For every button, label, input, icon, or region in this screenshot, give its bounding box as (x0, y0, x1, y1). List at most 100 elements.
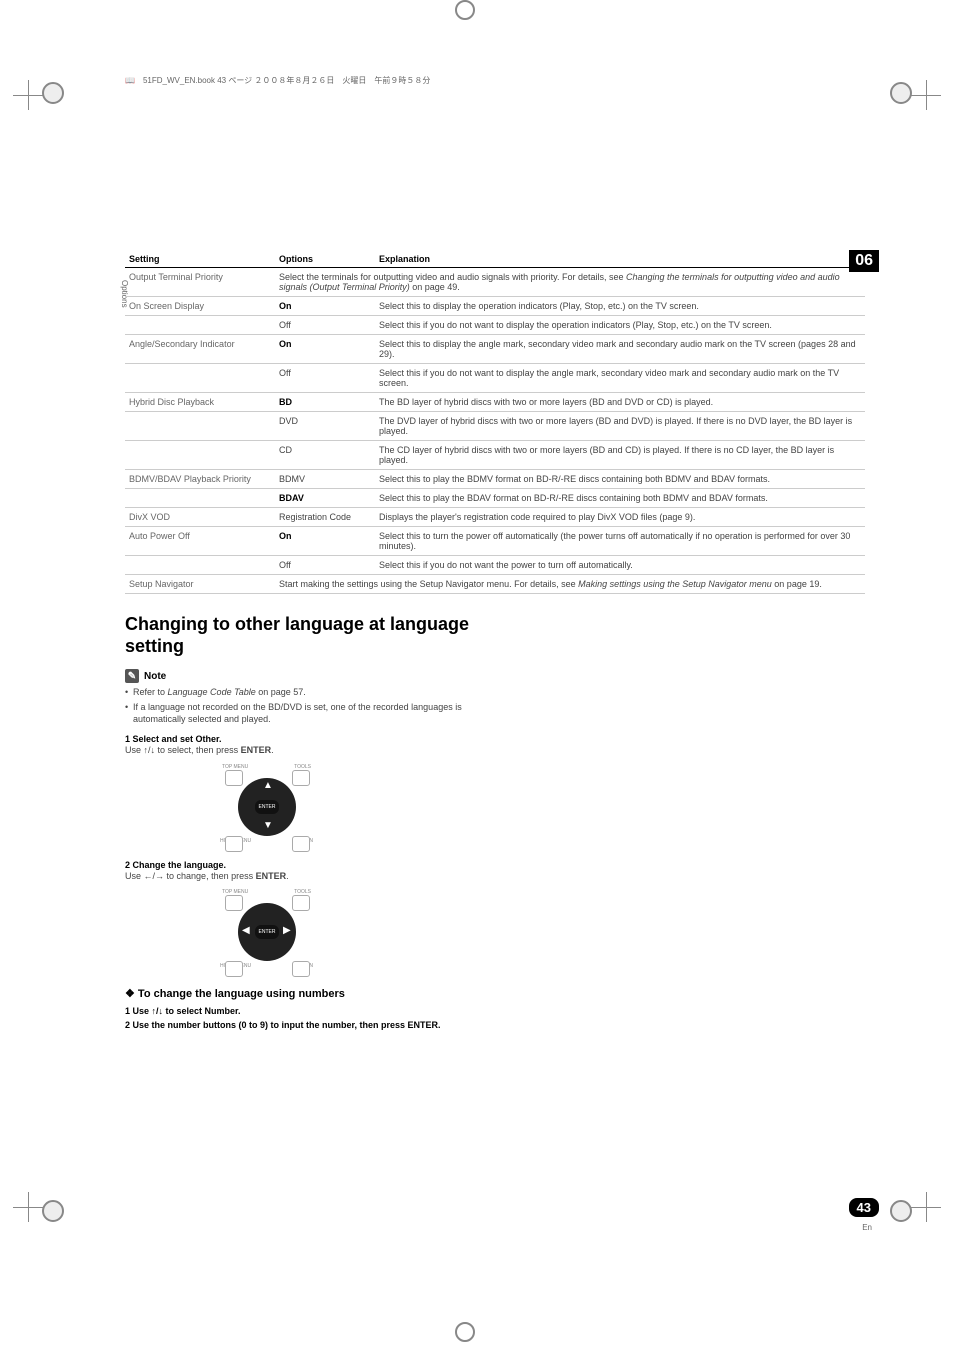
registration-mark (455, 0, 475, 20)
table-row: BDMV/BDAV Playback PriorityBDMVSelect th… (125, 470, 865, 489)
note-header: ✎ Note (125, 669, 485, 683)
cell-setting (125, 441, 275, 470)
cell-option: CD (275, 441, 375, 470)
button-home-menu (225, 961, 243, 977)
cell-explanation: Select this to play the BDAV format on B… (375, 489, 865, 508)
step2-text: Use ←/→ to change, then press ENTER. (125, 870, 485, 883)
arrow-down-icon: ▼ (263, 820, 273, 831)
button-tools (292, 895, 310, 911)
table-row: OffSelect this if you do not want the po… (125, 556, 865, 575)
cell-option: Registration Code (275, 508, 375, 527)
col-options: Options (275, 251, 375, 268)
cell-explanation: Select this if you do not want the power… (375, 556, 865, 575)
cell-explanation: Select this if you do not want to displa… (375, 364, 865, 393)
cell-setting (125, 489, 275, 508)
book-header-note: 📖 51FD_WV_EN.book 43 ページ ２００８年８月２６日 火曜日 … (125, 75, 865, 86)
table-row: Auto Power OffOnSelect this to turn the … (125, 527, 865, 556)
button-return (292, 836, 310, 852)
settings-table: Setting Options Explanation Output Termi… (125, 251, 865, 594)
header-note-text: 51FD_WV_EN.book 43 ページ ２００８年８月２６日 火曜日 午前… (143, 75, 430, 86)
sub-heading: ❖ To change the language using numbers (125, 987, 485, 1000)
label-tools: TOOLS (294, 764, 311, 770)
cell-explanation: Select this to display the operation ind… (375, 297, 865, 316)
registration-mark (890, 82, 912, 104)
cell-setting (125, 556, 275, 575)
cell-setting: Angle/Secondary Indicator (125, 335, 275, 364)
registration-mark (42, 82, 64, 104)
cell-option: Off (275, 364, 375, 393)
table-row: Angle/Secondary IndicatorOnSelect this t… (125, 335, 865, 364)
cell-setting: BDMV/BDAV Playback Priority (125, 470, 275, 489)
cell-option: Off (275, 316, 375, 335)
cell-setting: Hybrid Disc Playback (125, 393, 275, 412)
step1-heading: 1 Select and set Other. (125, 734, 485, 744)
button-top-menu (225, 770, 243, 786)
cell-explanation: The CD layer of hybrid discs with two or… (375, 441, 865, 470)
col-explanation: Explanation (375, 251, 865, 268)
cell-explanation: Select this to display the angle mark, s… (375, 335, 865, 364)
table-row: Setup NavigatorStart making the settings… (125, 575, 865, 594)
cell-explanation: Start making the settings using the Setu… (275, 575, 865, 594)
note-label: Note (144, 671, 166, 682)
cell-option: On (275, 527, 375, 556)
cell-option: Off (275, 556, 375, 575)
cell-setting (125, 412, 275, 441)
registration-mark (42, 1200, 64, 1222)
cell-setting: On Screen Display (125, 297, 275, 316)
language-code: En (862, 1223, 872, 1232)
button-return (292, 961, 310, 977)
cell-option: DVD (275, 412, 375, 441)
cell-option: BDAV (275, 489, 375, 508)
table-row: OffSelect this if you do not want to dis… (125, 364, 865, 393)
cell-setting (125, 316, 275, 335)
note-bullet-list: Refer to Language Code Table on page 57.… (125, 686, 485, 726)
cell-option: On (275, 335, 375, 364)
button-home-menu (225, 836, 243, 852)
table-row: DVDThe DVD layer of hybrid discs with tw… (125, 412, 865, 441)
sub-step2: 2 Use the number buttons (0 to 9) to inp… (125, 1020, 485, 1030)
registration-mark (890, 1200, 912, 1222)
cell-setting (125, 364, 275, 393)
cell-explanation: Select this if you do not want to displa… (375, 316, 865, 335)
button-top-menu (225, 895, 243, 911)
cell-setting: Auto Power Off (125, 527, 275, 556)
cell-explanation: Select the terminals for outputting vide… (275, 268, 865, 297)
table-row: Output Terminal PrioritySelect the termi… (125, 268, 865, 297)
label-top-menu: TOP MENU (222, 764, 248, 770)
cell-explanation: The BD layer of hybrid discs with two or… (375, 393, 865, 412)
enter-button: ENTER (255, 925, 279, 939)
table-row: OffSelect this if you do not want to dis… (125, 316, 865, 335)
cell-setting: Setup Navigator (125, 575, 275, 594)
sub-step1: 1 Use ↑/↓ to select Number. (125, 1006, 485, 1016)
cell-explanation: Select this to play the BDMV format on B… (375, 470, 865, 489)
page-number-badge: 43 (849, 1198, 879, 1217)
table-row: DivX VODRegistration CodeDisplays the pl… (125, 508, 865, 527)
table-row: CDThe CD layer of hybrid discs with two … (125, 441, 865, 470)
registration-mark (455, 1322, 475, 1342)
cell-explanation: Displays the player's registration code … (375, 508, 865, 527)
list-item: Refer to Language Code Table on page 57. (125, 686, 485, 699)
cell-option: On (275, 297, 375, 316)
table-row: On Screen DisplayOnSelect this to displa… (125, 297, 865, 316)
step1-text: Use ↑/↓ to select, then press ENTER. (125, 744, 485, 757)
col-setting: Setting (125, 251, 275, 268)
table-row: BDAVSelect this to play the BDAV format … (125, 489, 865, 508)
cell-setting: Output Terminal Priority (125, 268, 275, 297)
table-row: Hybrid Disc PlaybackBDThe BD layer of hy… (125, 393, 865, 412)
cell-option: BDMV (275, 470, 375, 489)
cell-setting: DivX VOD (125, 508, 275, 527)
button-tools (292, 770, 310, 786)
arrow-up-icon: ▲ (263, 780, 273, 791)
arrow-left-icon: ◀ (242, 925, 250, 936)
step2-heading: 2 Change the language. (125, 860, 485, 870)
remote-illustration: TOP MENU TOOLS ◀ ▶ ENTER HOME MENU RETUR… (220, 887, 315, 977)
cell-explanation: Select this to turn the power off automa… (375, 527, 865, 556)
remote-illustration: TOP MENU TOOLS ▲ ▼ ENTER HOME MENU RETUR… (220, 762, 315, 852)
note-icon: ✎ (125, 669, 139, 683)
book-icon: 📖 (125, 76, 135, 85)
section-heading: Changing to other language at language s… (125, 614, 485, 657)
enter-button: ENTER (255, 800, 279, 814)
cell-option: BD (275, 393, 375, 412)
arrow-right-icon: ▶ (283, 925, 291, 936)
cell-explanation: The DVD layer of hybrid discs with two o… (375, 412, 865, 441)
